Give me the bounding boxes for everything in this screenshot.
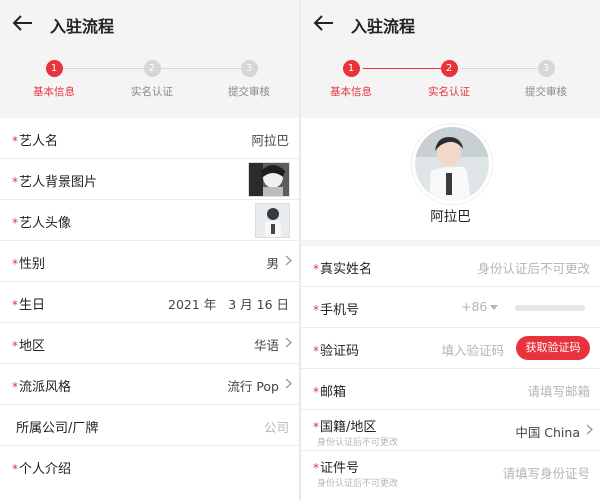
email-input[interactable]: 请填写邮箱: [527, 381, 590, 400]
left-screen: 入驻流程 1 基本信息 2 实名认证 3 提交审核 *艺人名 阿拉巴 *艺人背景…: [0, 0, 299, 501]
step-label: 提交审核: [525, 86, 567, 98]
row-label: 地区: [19, 339, 46, 354]
dropdown-icon: [490, 305, 498, 310]
row-label: 邮箱: [320, 385, 347, 400]
chevron-right-icon: [586, 424, 593, 435]
chevron-right-icon: [285, 337, 292, 348]
row-label: 性别: [19, 257, 46, 272]
avatar: [412, 124, 492, 204]
row-label: 生日: [19, 298, 46, 313]
step-number: 3: [537, 60, 555, 77]
step-number: 1: [342, 60, 360, 77]
page-title: 入驻流程: [351, 17, 416, 36]
row-label: 证件号: [320, 461, 360, 476]
genre-value: 流行 Pop: [227, 379, 279, 394]
header: 入驻流程: [0, 0, 299, 46]
chevron-right-icon: [285, 255, 292, 266]
row-label: 流派风格: [19, 380, 72, 395]
nationality-value: 中国 China: [515, 425, 580, 440]
email-row[interactable]: *邮箱 请填写邮箱: [301, 369, 600, 410]
region-row[interactable]: *地区 华语: [0, 323, 299, 364]
real-name-row[interactable]: *真实姓名 身份认证后不可更改: [301, 246, 600, 287]
genre-row[interactable]: *流派风格 流行 Pop: [0, 364, 299, 405]
row-hint: 身份认证后不可更改: [317, 479, 399, 489]
row-label: 真实姓名: [320, 262, 373, 277]
company-row[interactable]: 所属公司/厂牌 公司: [0, 405, 299, 446]
row-label: 验证码: [320, 344, 360, 359]
gender-row[interactable]: *性别 男: [0, 241, 299, 282]
row-label: 艺人背景图片: [19, 175, 98, 190]
row-label: 手机号: [320, 303, 360, 318]
step-label: 实名认证: [131, 86, 173, 98]
back-arrow-icon[interactable]: [313, 13, 335, 33]
company-input[interactable]: 公司: [264, 417, 289, 436]
step-number: 1: [45, 60, 63, 77]
artist-name-row[interactable]: *艺人名 阿拉巴: [0, 118, 299, 159]
phone-row[interactable]: *手机号 +86: [301, 287, 600, 328]
nationality-row[interactable]: *国籍/地区 身份认证后不可更改 中国 China: [301, 410, 600, 451]
header: 入驻流程: [301, 0, 600, 46]
step-2: 2 实名认证: [107, 60, 197, 99]
get-code-button[interactable]: 获取验证码: [516, 336, 590, 360]
background-image-thumbnail[interactable]: [248, 162, 290, 197]
progress-steps: 1 基本信息 2 实名认证 3 提交审核: [0, 46, 299, 118]
verification-code-row[interactable]: *验证码 填入验证码 获取验证码: [301, 328, 600, 369]
step-label: 实名认证: [428, 86, 470, 98]
step-1: 1 基本信息: [306, 60, 396, 99]
progress-steps: 1 基本信息 2 实名认证 3 提交审核: [301, 46, 600, 118]
step-3: 3 提交审核: [204, 60, 294, 99]
step-number: 2: [143, 60, 161, 77]
back-arrow-icon[interactable]: [12, 13, 34, 33]
row-label: 艺人头像: [19, 216, 72, 231]
row-label: 所属公司/厂牌: [16, 421, 99, 436]
page-title: 入驻流程: [50, 17, 115, 36]
step-3: 3 提交审核: [501, 60, 591, 99]
birthday-value: 2021 年 3 月 16 日: [168, 297, 289, 312]
intro-row[interactable]: *个人介绍: [0, 446, 299, 486]
avatar-name: 阿拉巴: [430, 209, 471, 225]
row-label: 国籍/地区: [320, 420, 377, 435]
row-label: 艺人名: [19, 134, 59, 149]
right-screen: 入驻流程 1 基本信息 2 实名认证 3 提交审核 阿拉巴 *真实姓名 身份认证…: [301, 0, 600, 501]
step-label: 基本信息: [330, 86, 372, 98]
artist-avatar-row[interactable]: *艺人头像: [0, 200, 299, 241]
background-image-row[interactable]: *艺人背景图片: [0, 159, 299, 200]
avatar-thumbnail[interactable]: [255, 203, 290, 238]
gender-value: 男: [266, 256, 279, 271]
id-number-row[interactable]: *证件号 身份认证后不可更改 请填写身份证号: [301, 451, 600, 491]
code-input[interactable]: 填入验证码: [441, 340, 504, 359]
row-label: 个人介绍: [19, 462, 72, 477]
step-label: 基本信息: [33, 86, 75, 98]
birthday-row[interactable]: *生日 2021 年 3 月 16 日: [0, 282, 299, 323]
chevron-right-icon: [285, 378, 292, 389]
step-2: 2 实名认证: [404, 60, 494, 99]
step-number: 2: [440, 60, 458, 77]
id-number-input[interactable]: 请填写身份证号: [502, 463, 590, 482]
region-value: 华语: [253, 338, 279, 353]
step-label: 提交审核: [228, 86, 270, 98]
step-number: 3: [240, 60, 258, 77]
country-code[interactable]: +86: [461, 299, 487, 314]
row-hint: 身份认证后不可更改: [317, 438, 399, 448]
profile-header: 阿拉巴: [301, 118, 600, 246]
artist-name-value: 阿拉巴: [251, 133, 289, 148]
real-name-input[interactable]: 身份认证后不可更改: [477, 258, 590, 277]
step-1: 1 基本信息: [9, 60, 99, 99]
phone-input[interactable]: [515, 305, 585, 311]
